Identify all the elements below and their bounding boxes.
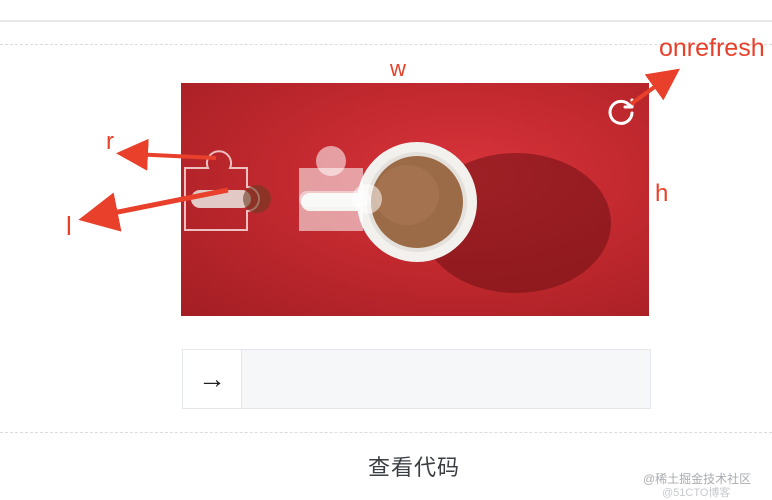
coffee-highlight <box>375 165 439 225</box>
captcha-image <box>181 83 649 316</box>
annotation-radius: r <box>106 128 114 155</box>
slider-handle[interactable]: → <box>182 349 242 409</box>
annotation-onrefresh: onrefresh <box>659 34 765 62</box>
annotation-length: l <box>66 211 72 241</box>
annotation-width: w <box>390 56 406 81</box>
annotation-height: h <box>655 180 669 207</box>
puzzle-piece <box>184 150 271 231</box>
slider-track[interactable]: → <box>182 349 651 409</box>
refresh-button[interactable] <box>606 97 636 127</box>
watermark-secondary: @51CTO博客 <box>662 487 731 499</box>
dashed-divider-bottom <box>0 432 772 433</box>
captcha-scene <box>184 142 611 293</box>
dashed-divider-top <box>0 44 772 45</box>
top-divider <box>0 20 772 22</box>
refresh-icon <box>608 98 634 125</box>
view-code-link[interactable]: 查看代码 <box>368 450 460 482</box>
